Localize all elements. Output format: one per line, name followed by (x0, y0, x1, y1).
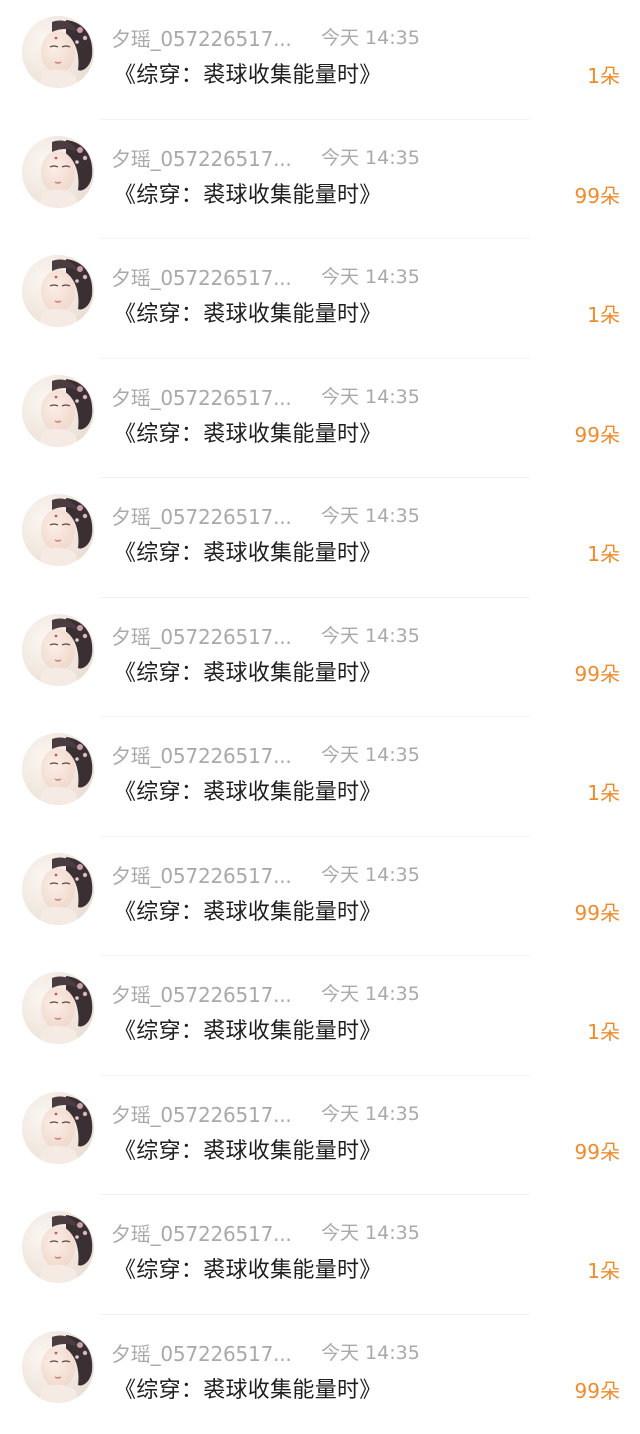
list-item[interactable]: 夕瑶_057226517... 今天 14:35 《综穿：裘球收集能量时》 1朵 (0, 478, 640, 598)
user-name[interactable]: 夕瑶_057226517... (111, 1338, 292, 1367)
list-item[interactable]: 夕瑶_057226517... 今天 14:35 《综穿：裘球收集能量时》 1朵 (0, 0, 640, 120)
book-title[interactable]: 《综穿：裘球收集能量时》 (114, 1133, 382, 1165)
user-name[interactable]: 夕瑶_057226517... (111, 1099, 292, 1128)
avatar[interactable] (22, 733, 94, 805)
user-name[interactable]: 夕瑶_057226517... (111, 501, 292, 530)
timestamp: 今天 14:35 (321, 740, 420, 767)
list-item[interactable]: 夕瑶_057226517... 今天 14:35 《综穿：裘球收集能量时》 99… (0, 359, 640, 479)
avatar[interactable] (22, 255, 94, 327)
avatar[interactable] (22, 375, 94, 447)
avatar[interactable] (22, 16, 94, 88)
timestamp: 今天 14:35 (321, 860, 420, 887)
timestamp: 今天 14:35 (321, 621, 420, 648)
timestamp: 今天 14:35 (321, 979, 420, 1006)
timestamp: 今天 14:35 (321, 501, 420, 528)
user-name[interactable]: 夕瑶_057226517... (111, 262, 292, 291)
list-item[interactable]: 夕瑶_057226517... 今天 14:35 《综穿：裘球收集能量时》 1朵 (0, 717, 640, 837)
flower-count: 1朵 (587, 538, 620, 567)
list-item[interactable]: 夕瑶_057226517... 今天 14:35 《综穿：裘球收集能量时》 99… (0, 1076, 640, 1196)
flower-count: 1朵 (587, 1255, 620, 1284)
flower-count: 99朵 (575, 1375, 620, 1404)
avatar[interactable] (22, 1331, 94, 1403)
timestamp: 今天 14:35 (321, 143, 420, 170)
user-name[interactable]: 夕瑶_057226517... (111, 143, 292, 172)
flower-count: 1朵 (587, 777, 620, 806)
flower-count: 1朵 (587, 1016, 620, 1045)
list-item[interactable]: 夕瑶_057226517... 今天 14:35 《综穿：裘球收集能量时》 99… (0, 120, 640, 240)
avatar[interactable] (22, 494, 94, 566)
book-title[interactable]: 《综穿：裘球收集能量时》 (114, 57, 382, 89)
flower-count: 99朵 (575, 1136, 620, 1165)
timestamp: 今天 14:35 (321, 1338, 420, 1365)
user-name[interactable]: 夕瑶_057226517... (111, 621, 292, 650)
timestamp: 今天 14:35 (321, 1099, 420, 1126)
user-name[interactable]: 夕瑶_057226517... (111, 979, 292, 1008)
user-name[interactable]: 夕瑶_057226517... (111, 740, 292, 769)
avatar[interactable] (22, 614, 94, 686)
book-title[interactable]: 《综穿：裘球收集能量时》 (114, 774, 382, 806)
timestamp: 今天 14:35 (321, 23, 420, 50)
flower-count: 99朵 (575, 419, 620, 448)
list-item[interactable]: 夕瑶_057226517... 今天 14:35 《综穿：裘球收集能量时》 1朵 (0, 239, 640, 359)
avatar[interactable] (22, 972, 94, 1044)
flower-count: 1朵 (587, 299, 620, 328)
user-name[interactable]: 夕瑶_057226517... (111, 1218, 292, 1247)
timestamp: 今天 14:35 (321, 382, 420, 409)
avatar[interactable] (22, 136, 94, 208)
book-title[interactable]: 《综穿：裘球收集能量时》 (114, 1252, 382, 1284)
list-item[interactable]: 夕瑶_057226517... 今天 14:35 《综穿：裘球收集能量时》 99… (0, 1315, 640, 1434)
book-title[interactable]: 《综穿：裘球收集能量时》 (114, 416, 382, 448)
timestamp: 今天 14:35 (321, 262, 420, 289)
flower-count: 99朵 (575, 897, 620, 926)
book-title[interactable]: 《综穿：裘球收集能量时》 (114, 296, 382, 328)
user-name[interactable]: 夕瑶_057226517... (111, 382, 292, 411)
flower-count: 1朵 (587, 60, 620, 89)
book-title[interactable]: 《综穿：裘球收集能量时》 (114, 1372, 382, 1404)
book-title[interactable]: 《综穿：裘球收集能量时》 (114, 655, 382, 687)
book-title[interactable]: 《综穿：裘球收集能量时》 (114, 894, 382, 926)
list-item[interactable]: 夕瑶_057226517... 今天 14:35 《综穿：裘球收集能量时》 99… (0, 598, 640, 718)
user-name[interactable]: 夕瑶_057226517... (111, 23, 292, 52)
avatar[interactable] (22, 1211, 94, 1283)
flower-count: 99朵 (575, 658, 620, 687)
list-item[interactable]: 夕瑶_057226517... 今天 14:35 《综穿：裘球收集能量时》 99… (0, 837, 640, 957)
timestamp: 今天 14:35 (321, 1218, 420, 1245)
avatar[interactable] (22, 1092, 94, 1164)
flower-count: 99朵 (575, 180, 620, 209)
book-title[interactable]: 《综穿：裘球收集能量时》 (114, 535, 382, 567)
avatar[interactable] (22, 853, 94, 925)
book-title[interactable]: 《综穿：裘球收集能量时》 (114, 177, 382, 209)
list-item[interactable]: 夕瑶_057226517... 今天 14:35 《综穿：裘球收集能量时》 1朵 (0, 956, 640, 1076)
book-title[interactable]: 《综穿：裘球收集能量时》 (114, 1013, 382, 1045)
user-name[interactable]: 夕瑶_057226517... (111, 860, 292, 889)
gift-record-list: 夕瑶_057226517... 今天 14:35 《综穿：裘球收集能量时》 1朵… (0, 0, 640, 1434)
list-item[interactable]: 夕瑶_057226517... 今天 14:35 《综穿：裘球收集能量时》 1朵 (0, 1195, 640, 1315)
